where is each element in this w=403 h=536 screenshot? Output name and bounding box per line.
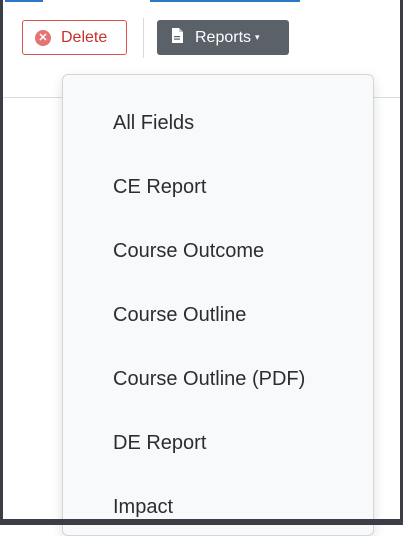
menu-item-course-outcome[interactable]: Course Outcome [113, 231, 264, 271]
reports-dropdown-menu: All Fields CE Report Course Outcome Cour… [62, 74, 374, 536]
menu-item-de-report[interactable]: DE Report [113, 423, 206, 463]
accent-bar [5, 0, 43, 2]
menu-item-course-outline[interactable]: Course Outline [113, 295, 246, 335]
reports-dropdown-button[interactable]: Reports ▾ [157, 20, 289, 55]
document-icon [171, 27, 183, 48]
accent-bar [150, 0, 300, 2]
toolbar-divider [143, 18, 144, 58]
menu-item-all-fields[interactable]: All Fields [113, 103, 194, 143]
x-circle-icon: ✕ [35, 29, 51, 46]
reports-label: Reports [195, 28, 252, 46]
menu-item-course-outline-pdf[interactable]: Course Outline (PDF) [113, 359, 305, 399]
chevron-down-icon: ▾ [255, 32, 260, 42]
window-frame-bottom [0, 519, 403, 525]
menu-item-ce-report[interactable]: CE Report [113, 167, 206, 207]
delete-label: Delete [61, 28, 108, 46]
delete-button[interactable]: ✕ Delete [22, 20, 127, 55]
